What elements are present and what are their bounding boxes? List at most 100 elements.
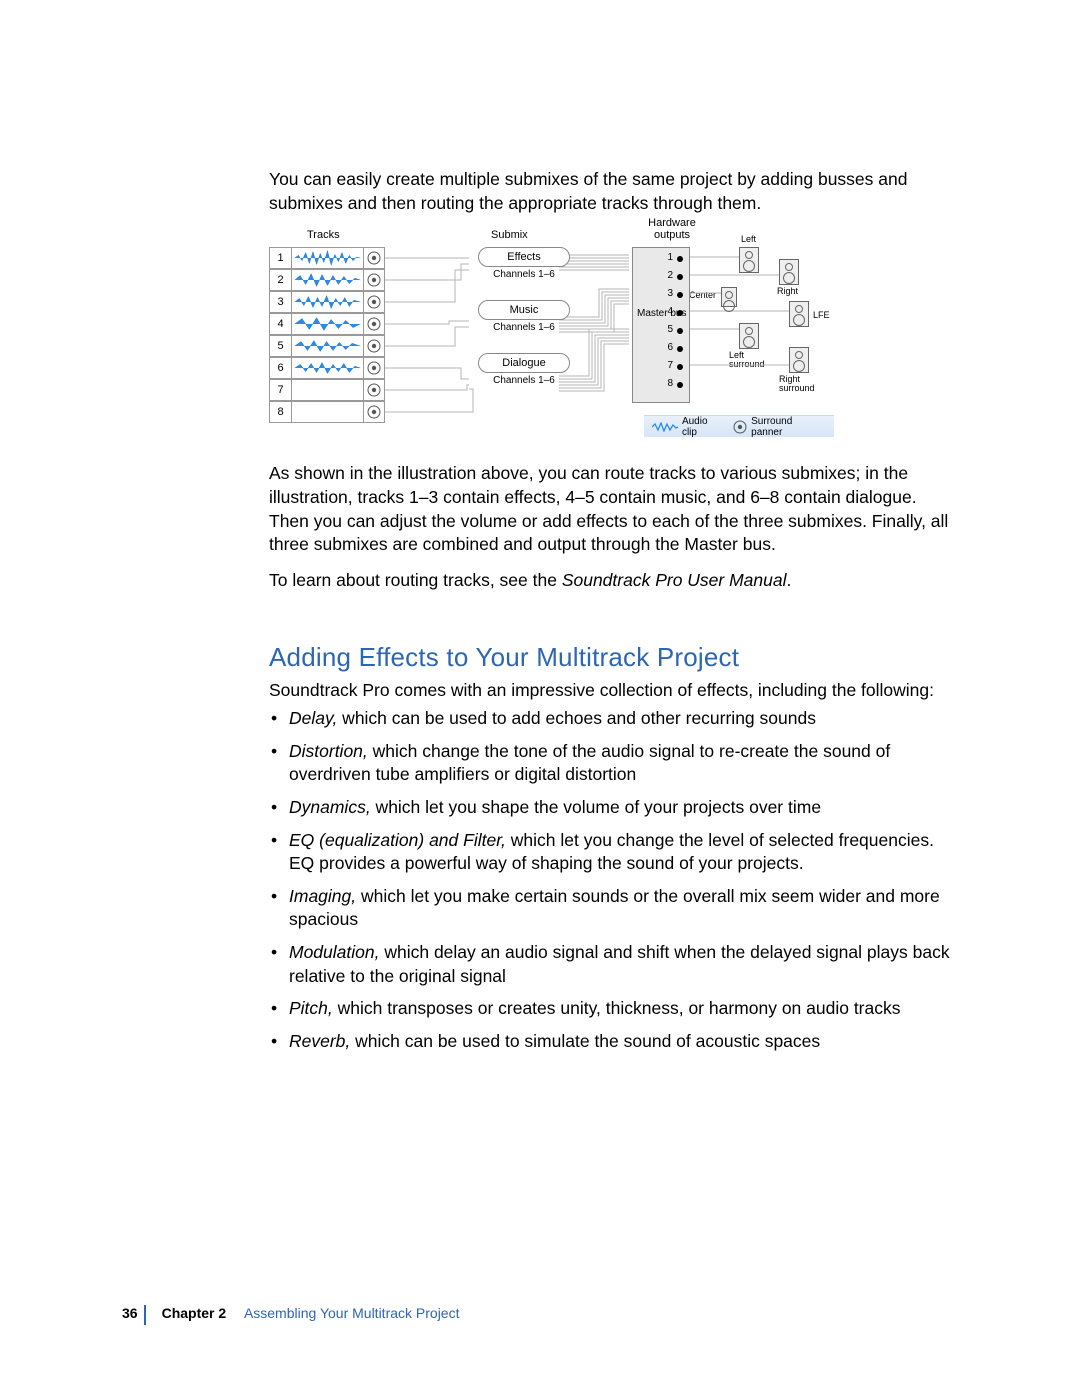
track-row: 4 xyxy=(269,313,385,335)
effect-name: EQ (equalization) and Filter, xyxy=(289,830,506,850)
hardware-header: Hardware outputs xyxy=(642,217,702,241)
effect-item: EQ (equalization) and Filter, which let … xyxy=(287,829,950,876)
track-row: 8 xyxy=(269,401,385,423)
submix-channels: Channels 1–6 xyxy=(464,269,584,280)
effect-name: Dynamics, xyxy=(289,797,371,817)
effect-item: Delay, which can be used to add echoes a… xyxy=(287,707,950,731)
effect-item: Dynamics, which let you shape the volume… xyxy=(287,796,950,820)
speaker-right-icon xyxy=(779,259,799,285)
legend-audio-clip-label: Audio clip xyxy=(682,416,725,438)
speaker-right-label: Right xyxy=(777,287,798,296)
legend-surround-panner-label: Surround panner xyxy=(751,416,826,438)
hw-output: 2 xyxy=(667,270,673,281)
surround-panner-icon xyxy=(363,291,385,313)
master-bus: Master bus 1 2 3 4 5 6 7 8 xyxy=(632,247,690,403)
effect-item: Distortion, which change the tone of the… xyxy=(287,740,950,787)
routing-reference: To learn about routing tracks, see the S… xyxy=(269,569,950,593)
track-waveform xyxy=(291,335,363,357)
chapter-label: Chapter 2 xyxy=(162,1305,227,1321)
track-number: 4 xyxy=(269,313,291,335)
submix-channels: Channels 1–6 xyxy=(464,322,584,333)
legend-audio-clip: Audio clip xyxy=(652,416,725,438)
hw-output: 5 xyxy=(667,324,673,335)
speaker-ls-label: Left surround xyxy=(729,351,769,369)
chapter-title: Assembling Your Multitrack Project xyxy=(244,1305,460,1321)
routing-ref-suffix: . xyxy=(787,570,792,590)
track-waveform-empty xyxy=(291,401,363,423)
effect-item: Pitch, which transposes or creates unity… xyxy=(287,997,950,1021)
track-number: 2 xyxy=(269,269,291,291)
effect-desc: which change the tone of the audio signa… xyxy=(289,741,890,785)
effect-desc: which let you make certain sounds or the… xyxy=(289,886,940,930)
effect-item: Modulation, which delay an audio signal … xyxy=(287,941,950,988)
track-number: 6 xyxy=(269,357,291,379)
effect-desc: which let you shape the volume of your p… xyxy=(371,797,821,817)
effect-name: Modulation, xyxy=(289,942,379,962)
track-number: 8 xyxy=(269,401,291,423)
hw-output: 7 xyxy=(667,360,673,371)
speaker-left-label: Left xyxy=(741,235,756,244)
hw-output: 6 xyxy=(667,342,673,353)
effect-name: Imaging, xyxy=(289,886,356,906)
speaker-center-label: Center xyxy=(689,291,716,300)
surround-panner-icon xyxy=(363,247,385,269)
track-number: 3 xyxy=(269,291,291,313)
effect-name: Reverb, xyxy=(289,1031,350,1051)
track-waveform xyxy=(291,357,363,379)
track-number: 7 xyxy=(269,379,291,401)
speaker-lfe-label: LFE xyxy=(813,311,830,320)
track-number: 5 xyxy=(269,335,291,357)
surround-panner-icon xyxy=(363,401,385,423)
track-waveform xyxy=(291,247,363,269)
effects-intro: Soundtrack Pro comes with an impressive … xyxy=(269,679,950,703)
routing-ref-title: Soundtrack Pro User Manual xyxy=(562,570,787,590)
hw-output: 4 xyxy=(667,306,673,317)
submix-column: Effects Channels 1–6 Music Channels 1–6 … xyxy=(464,247,584,406)
speaker-rs-icon xyxy=(789,347,809,373)
submix-music: Music xyxy=(478,300,570,320)
effect-name: Pitch, xyxy=(289,998,333,1018)
submix-effects: Effects xyxy=(478,247,570,267)
submix-header: Submix xyxy=(491,229,528,241)
page-number: 36 xyxy=(122,1305,138,1321)
track-waveform xyxy=(291,291,363,313)
intro-paragraph: You can easily create multiple submixes … xyxy=(269,168,950,215)
effect-name: Delay, xyxy=(289,708,337,728)
surround-panner-icon xyxy=(363,269,385,291)
section-heading: Adding Effects to Your Multitrack Projec… xyxy=(269,642,950,673)
speaker-lfe-icon xyxy=(789,301,809,327)
track-row: 5 xyxy=(269,335,385,357)
tracks-column: 1 2 3 xyxy=(269,247,385,423)
tracks-header: Tracks xyxy=(307,229,340,241)
effect-desc: which can be used to add echoes and othe… xyxy=(337,708,816,728)
surround-panner-icon xyxy=(363,379,385,401)
track-row: 3 xyxy=(269,291,385,313)
hw-output: 3 xyxy=(667,288,673,299)
effect-desc: which can be used to simulate the sound … xyxy=(350,1031,820,1051)
track-waveform-empty xyxy=(291,379,363,401)
effect-item: Reverb, which can be used to simulate th… xyxy=(287,1030,950,1054)
surround-panner-icon xyxy=(363,357,385,379)
track-row: 6 xyxy=(269,357,385,379)
speaker-ls-icon xyxy=(739,323,759,349)
track-waveform xyxy=(291,269,363,291)
routing-diagram: Tracks Submix Hardware outputs 1 2 xyxy=(269,229,839,444)
hw-output: 1 xyxy=(667,252,673,263)
speaker-rs-label: Right surround xyxy=(779,375,829,393)
surround-panner-icon xyxy=(363,335,385,357)
effect-item: Imaging, which let you make certain soun… xyxy=(287,885,950,932)
track-row: 1 xyxy=(269,247,385,269)
diagram-legend: Audio clip Surround panner xyxy=(644,415,834,437)
submix-dialogue: Dialogue xyxy=(478,353,570,373)
page-footer: 36 Chapter 2 Assembling Your Multitrack … xyxy=(144,1305,459,1325)
legend-surround-panner: Surround panner xyxy=(733,416,826,438)
hw-output: 8 xyxy=(667,378,673,389)
submix-channels: Channels 1–6 xyxy=(464,375,584,386)
track-waveform xyxy=(291,313,363,335)
illustration-paragraph: As shown in the illustration above, you … xyxy=(269,462,950,557)
effect-desc: which delay an audio signal and shift wh… xyxy=(289,942,950,986)
track-row: 7 xyxy=(269,379,385,401)
track-number: 1 xyxy=(269,247,291,269)
effects-list: Delay, which can be used to add echoes a… xyxy=(269,707,950,1054)
speaker-center-icon xyxy=(721,287,737,307)
